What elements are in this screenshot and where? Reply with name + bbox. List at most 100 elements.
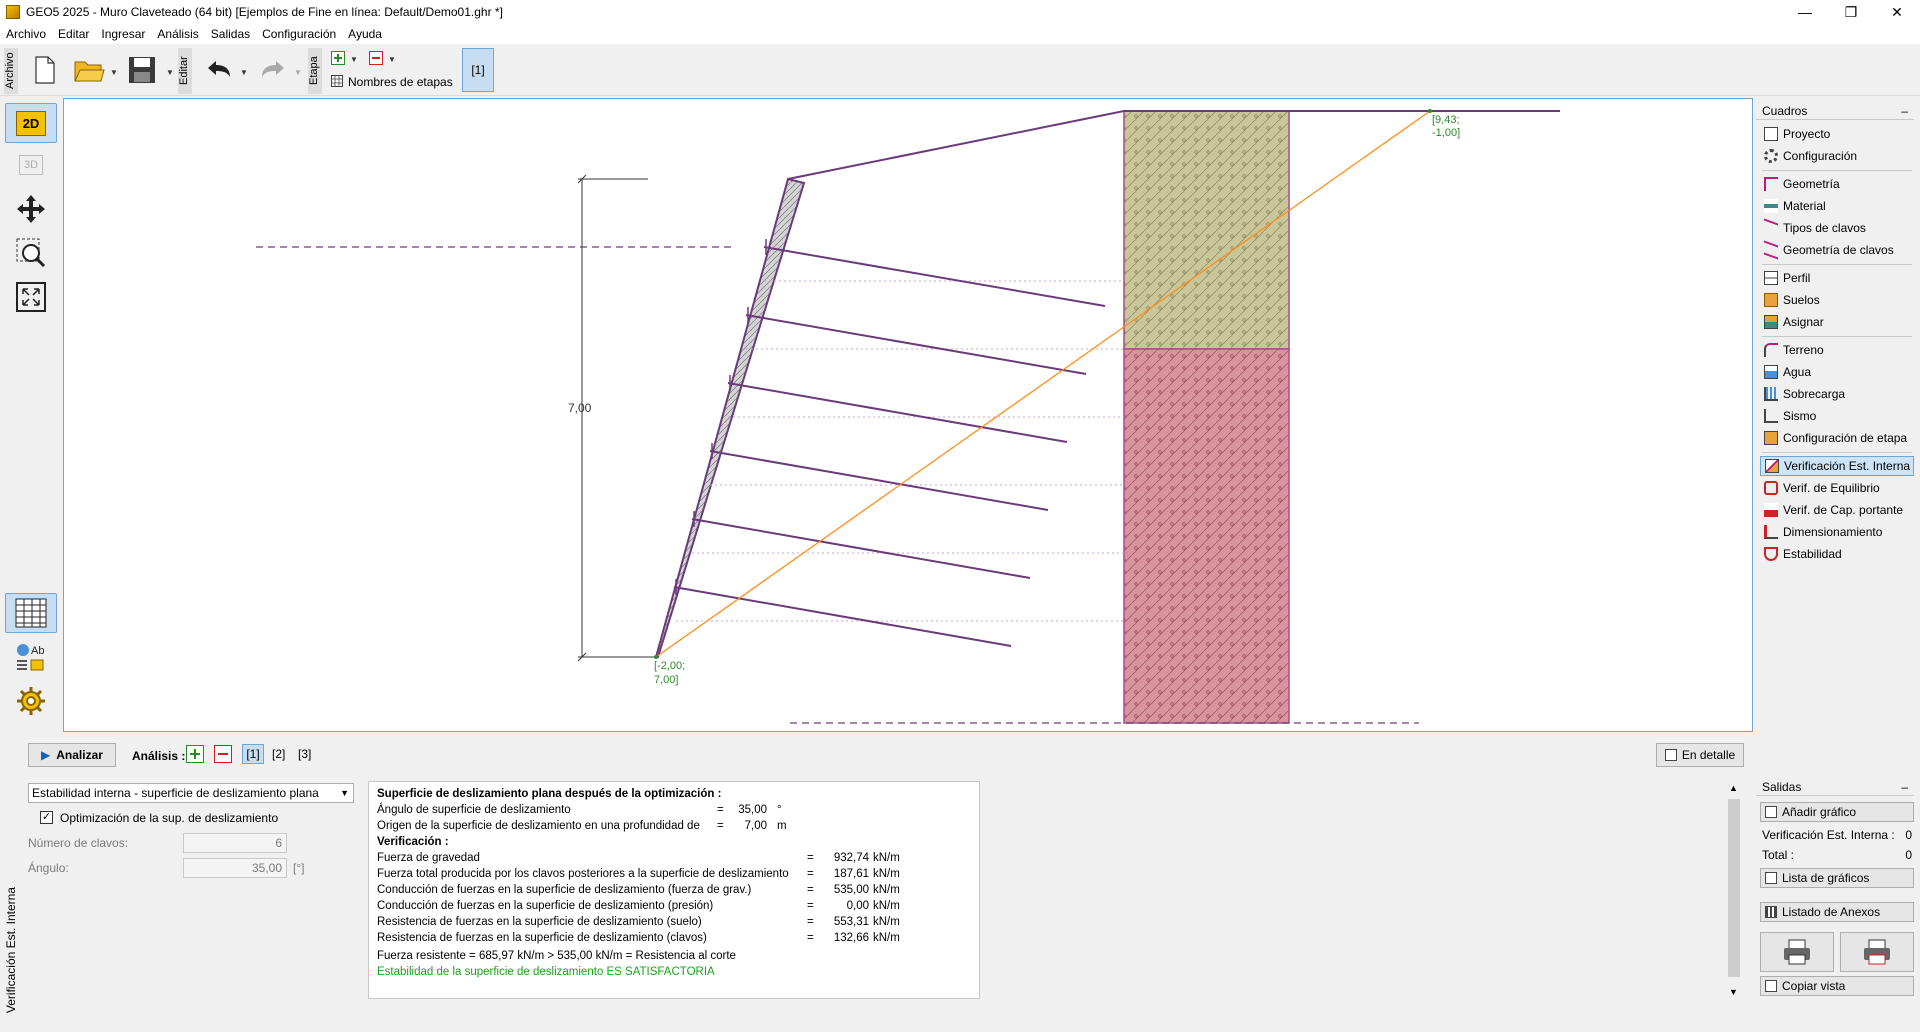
2d-icon: 2D xyxy=(15,110,47,136)
save-dropdown-icon[interactable]: ▼ xyxy=(166,68,174,77)
zoom-extents-button[interactable] xyxy=(5,277,57,317)
frame-proyecto[interactable]: Proyecto xyxy=(1760,124,1914,144)
salidas-title: Salidas xyxy=(1762,779,1802,794)
analysis-tab-2[interactable]: [2] xyxy=(272,747,285,761)
scroll-up-icon[interactable]: ▲ xyxy=(1729,783,1738,793)
point-label-bottom-line2: 7,00] xyxy=(654,674,678,686)
table-view-button[interactable] xyxy=(5,593,57,633)
frame-configuracion-etapa[interactable]: Configuración de etapa xyxy=(1760,428,1914,448)
new-file-icon[interactable] xyxy=(30,54,60,86)
nail-1 xyxy=(763,246,1106,307)
menu-ingresar[interactable]: Ingresar xyxy=(95,24,151,44)
salidas-header: Salidas – xyxy=(1756,778,1914,796)
height-dimension xyxy=(577,174,656,662)
result-row: Resistencia de fuerzas en la superficie … xyxy=(377,932,900,944)
menu-analisis[interactable]: Análisis xyxy=(151,24,204,44)
undo-icon[interactable] xyxy=(202,56,236,84)
menu-editar[interactable]: Editar xyxy=(52,24,95,44)
nails xyxy=(673,239,1106,647)
close-button[interactable]: ✕ xyxy=(1874,0,1920,24)
copy-view-button[interactable]: Copiar vista xyxy=(1760,976,1914,996)
frame-sismo[interactable]: Sismo xyxy=(1760,406,1914,426)
zoom-button[interactable] xyxy=(5,233,57,273)
frame-suelos[interactable]: Suelos xyxy=(1760,290,1914,310)
print-button[interactable] xyxy=(1760,932,1834,972)
frame-estabilidad[interactable]: Estabilidad xyxy=(1760,544,1914,564)
undo-dropdown-icon[interactable]: ▼ xyxy=(240,68,248,77)
frame-verif-equilibrio[interactable]: Verif. de Equilibrio xyxy=(1760,478,1914,498)
dimensioning-icon xyxy=(1764,525,1778,539)
detail-button[interactable]: En detalle xyxy=(1656,743,1744,767)
add-stage-icon[interactable] xyxy=(330,50,346,66)
stage-1-button[interactable]: [1] xyxy=(462,48,494,92)
optimization-checkbox[interactable]: ✓ xyxy=(40,811,53,824)
remove-stage-dropdown-icon[interactable]: ▼ xyxy=(388,55,396,64)
results-text-panel: Superficie de deslizamiento plana despué… xyxy=(368,781,980,999)
analyze-button[interactable]: ▶ Analizar xyxy=(28,743,116,767)
menu-ayuda[interactable]: Ayuda xyxy=(342,24,388,44)
menu-archivo[interactable]: Archivo xyxy=(0,24,52,44)
scroll-thumb[interactable] xyxy=(1728,799,1740,977)
results-scrollbar[interactable]: ▲ ▼ xyxy=(1726,781,1742,999)
open-dropdown-icon[interactable]: ▼ xyxy=(110,68,118,77)
analysis-label: Análisis : xyxy=(132,749,186,763)
stage-names-button[interactable]: Nombres de etapas xyxy=(348,75,453,89)
detail-icon xyxy=(1664,749,1677,761)
frame-asignar[interactable]: Asignar xyxy=(1760,312,1914,332)
add-analysis-icon[interactable] xyxy=(186,745,204,763)
gear-icon xyxy=(17,687,45,715)
frame-dimensionamiento[interactable]: Dimensionamiento xyxy=(1760,522,1914,542)
frame-verif-cap-portante[interactable]: Verif. de Cap. portante xyxy=(1760,500,1914,520)
zoom-icon xyxy=(16,238,46,268)
cuadros-collapse-button[interactable]: – xyxy=(1901,104,1908,118)
remove-stage-icon[interactable] xyxy=(368,50,384,66)
nails-count-input[interactable]: 6 xyxy=(183,833,287,853)
add-stage-dropdown-icon[interactable]: ▼ xyxy=(350,55,358,64)
frame-geometria-clavos[interactable]: Geometría de clavos xyxy=(1760,240,1914,260)
open-folder-icon[interactable] xyxy=(72,54,106,86)
text-style-button[interactable]: Ab xyxy=(5,637,57,677)
redo-icon[interactable] xyxy=(256,56,290,84)
analysis-tab-1[interactable]: [1] xyxy=(242,744,264,764)
result-origin-row: Origen de la superficie de deslizamiento… xyxy=(377,820,787,832)
left-toolbar: 2D 3D Ab xyxy=(0,97,62,733)
redo-dropdown-icon[interactable]: ▼ xyxy=(294,68,302,77)
menu-salidas[interactable]: Salidas xyxy=(205,24,256,44)
frame-geometria[interactable]: Geometría xyxy=(1760,174,1914,194)
reference-lines xyxy=(676,280,1124,622)
frame-terreno[interactable]: Terreno xyxy=(1760,340,1914,360)
remove-analysis-icon[interactable] xyxy=(214,745,232,763)
frame-tipos-clavos[interactable]: Tipos de clavos xyxy=(1760,218,1914,238)
annex-list-button[interactable]: Listado de Anexos xyxy=(1760,902,1914,922)
scroll-down-icon[interactable]: ▼ xyxy=(1729,987,1738,997)
save-icon[interactable] xyxy=(124,54,160,86)
result-row: Fuerza total producida por los clavos po… xyxy=(377,868,900,880)
frame-verificacion-interna[interactable]: Verificación Est. Interna xyxy=(1760,456,1914,476)
graphics-list-button[interactable]: Lista de gráficos xyxy=(1760,868,1914,888)
minimize-button[interactable]: — xyxy=(1782,0,1828,24)
view-2d-button[interactable]: 2D xyxy=(5,103,57,143)
nails-count-label: Número de clavos: xyxy=(28,836,129,850)
menu-configuracion[interactable]: Configuración xyxy=(256,24,342,44)
add-graphic-button[interactable]: Añadir gráfico xyxy=(1760,802,1914,822)
frame-sobrecarga[interactable]: Sobrecarga xyxy=(1760,384,1914,404)
bottom-side-tab[interactable]: Verificación Est. Interna xyxy=(4,743,20,1013)
nail-4 xyxy=(709,450,1049,511)
salidas-collapse-button[interactable]: – xyxy=(1901,780,1908,794)
method-select[interactable]: Estabilidad interna - superficie de desl… xyxy=(28,783,354,803)
print-options-button[interactable] xyxy=(1840,932,1914,972)
restore-button[interactable]: ❐ xyxy=(1828,0,1874,24)
view-3d-button[interactable]: 3D xyxy=(5,145,57,185)
analysis-tab-3[interactable]: [3] xyxy=(298,747,311,761)
frame-agua[interactable]: Agua xyxy=(1760,362,1914,382)
frame-perfil[interactable]: Perfil xyxy=(1760,268,1914,288)
frame-configuracion[interactable]: Configuración xyxy=(1760,146,1914,166)
bearing-capacity-icon xyxy=(1764,503,1778,517)
drawing-canvas[interactable]: 7,00 [9,43; -1,00] [-2,00; 7,00] xyxy=(63,98,1753,732)
angle-input[interactable]: 35,00 xyxy=(183,858,287,878)
pan-button[interactable] xyxy=(5,189,57,229)
move-arrows-icon xyxy=(17,195,45,223)
frame-material[interactable]: Material xyxy=(1760,196,1914,216)
stage-names-icon xyxy=(330,74,344,88)
settings-button[interactable] xyxy=(5,681,57,721)
